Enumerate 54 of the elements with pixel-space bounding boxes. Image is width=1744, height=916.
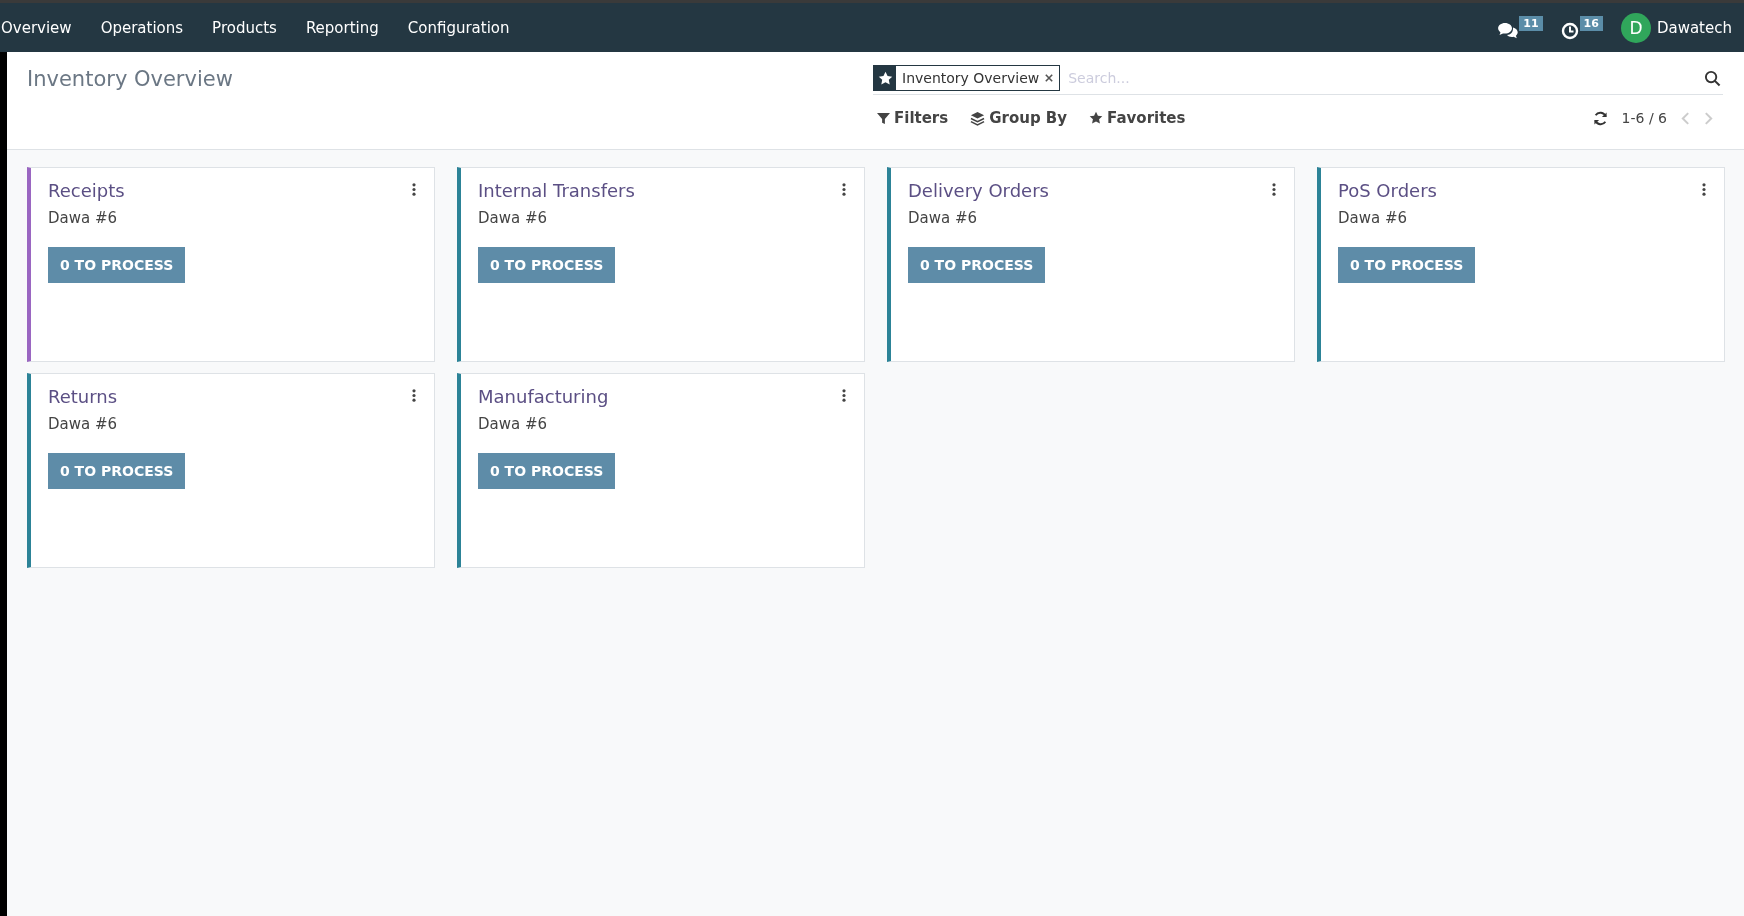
menu-item[interactable]: Reporting: [305, 18, 379, 37]
pager-value[interactable]: 1-6 / 6: [1621, 110, 1667, 126]
operation-card[interactable]: Delivery Orders Dawa #6 0 TO PROCESS: [887, 167, 1295, 362]
more-options-icon[interactable]: [1272, 183, 1276, 196]
chat-icon[interactable]: [1498, 21, 1519, 40]
search-icon[interactable]: [1704, 69, 1721, 87]
search-facet[interactable]: Inventory Overview: [873, 65, 1061, 91]
page-title: Inventory Overview: [27, 67, 234, 91]
more-options-icon[interactable]: [412, 183, 416, 196]
operation-card[interactable]: Receipts Dawa #6 0 TO PROCESS: [27, 167, 435, 362]
search-option-button[interactable]: Group By: [966, 107, 1072, 129]
card-title[interactable]: Delivery Orders: [908, 180, 1049, 201]
activity-count-badge: 16: [1579, 15, 1603, 31]
facet-label: Inventory Overview: [902, 70, 1040, 86]
card-title[interactable]: Internal Transfers: [478, 180, 635, 201]
search-option-button[interactable]: Filters: [873, 107, 953, 129]
search-option-button[interactable]: Favorites: [1085, 107, 1190, 129]
operation-card[interactable]: Returns Dawa #6 0 TO PROCESS: [27, 373, 435, 568]
more-options-icon[interactable]: [842, 389, 846, 402]
operation-card[interactable]: PoS Orders Dawa #6 0 TO PROCESS: [1317, 167, 1725, 362]
card-title[interactable]: Receipts: [48, 180, 125, 201]
warehouse-name: Dawa #6: [478, 209, 548, 227]
menu-item[interactable]: Operations: [100, 18, 184, 37]
warehouse-name: Dawa #6: [908, 209, 978, 227]
warehouse-name: Dawa #6: [478, 415, 548, 433]
close-icon[interactable]: [1045, 74, 1054, 82]
to-process-button[interactable]: 0 TO PROCESS: [1338, 247, 1476, 283]
card-title[interactable]: Returns: [48, 386, 118, 407]
more-options-icon[interactable]: [842, 183, 846, 196]
warehouse-name: Dawa #6: [1338, 209, 1408, 227]
user-name[interactable]: Dawatech: [1656, 18, 1732, 37]
more-options-icon[interactable]: [412, 389, 416, 402]
layers-icon: [970, 110, 986, 126]
operation-card[interactable]: Manufacturing Dawa #6 0 TO PROCESS: [457, 373, 865, 568]
warehouse-name: Dawa #6: [48, 415, 118, 433]
card-title[interactable]: PoS Orders: [1338, 180, 1437, 201]
to-process-button[interactable]: 0 TO PROCESS: [908, 247, 1046, 283]
message-count-badge: 11: [1519, 15, 1543, 31]
to-process-button[interactable]: 0 TO PROCESS: [48, 247, 186, 283]
filter-icon: [877, 111, 890, 125]
menu-item[interactable]: Configuration: [407, 18, 510, 37]
to-process-button[interactable]: 0 TO PROCESS: [48, 453, 186, 489]
more-options-icon[interactable]: [1702, 183, 1706, 196]
to-process-button[interactable]: 0 TO PROCESS: [478, 453, 616, 489]
star-icon: [1089, 111, 1104, 125]
menu-item[interactable]: Overview: [1, 18, 72, 37]
refresh-icon[interactable]: [1592, 110, 1608, 126]
menu-item[interactable]: Products: [212, 18, 277, 37]
warehouse-name: Dawa #6: [48, 209, 118, 227]
star-icon: [877, 70, 893, 86]
operation-card[interactable]: Internal Transfers Dawa #6 0 TO PROCESS: [457, 167, 865, 362]
card-title[interactable]: Manufacturing: [478, 386, 609, 407]
to-process-button[interactable]: 0 TO PROCESS: [478, 247, 616, 283]
clock-icon[interactable]: [1560, 21, 1579, 40]
